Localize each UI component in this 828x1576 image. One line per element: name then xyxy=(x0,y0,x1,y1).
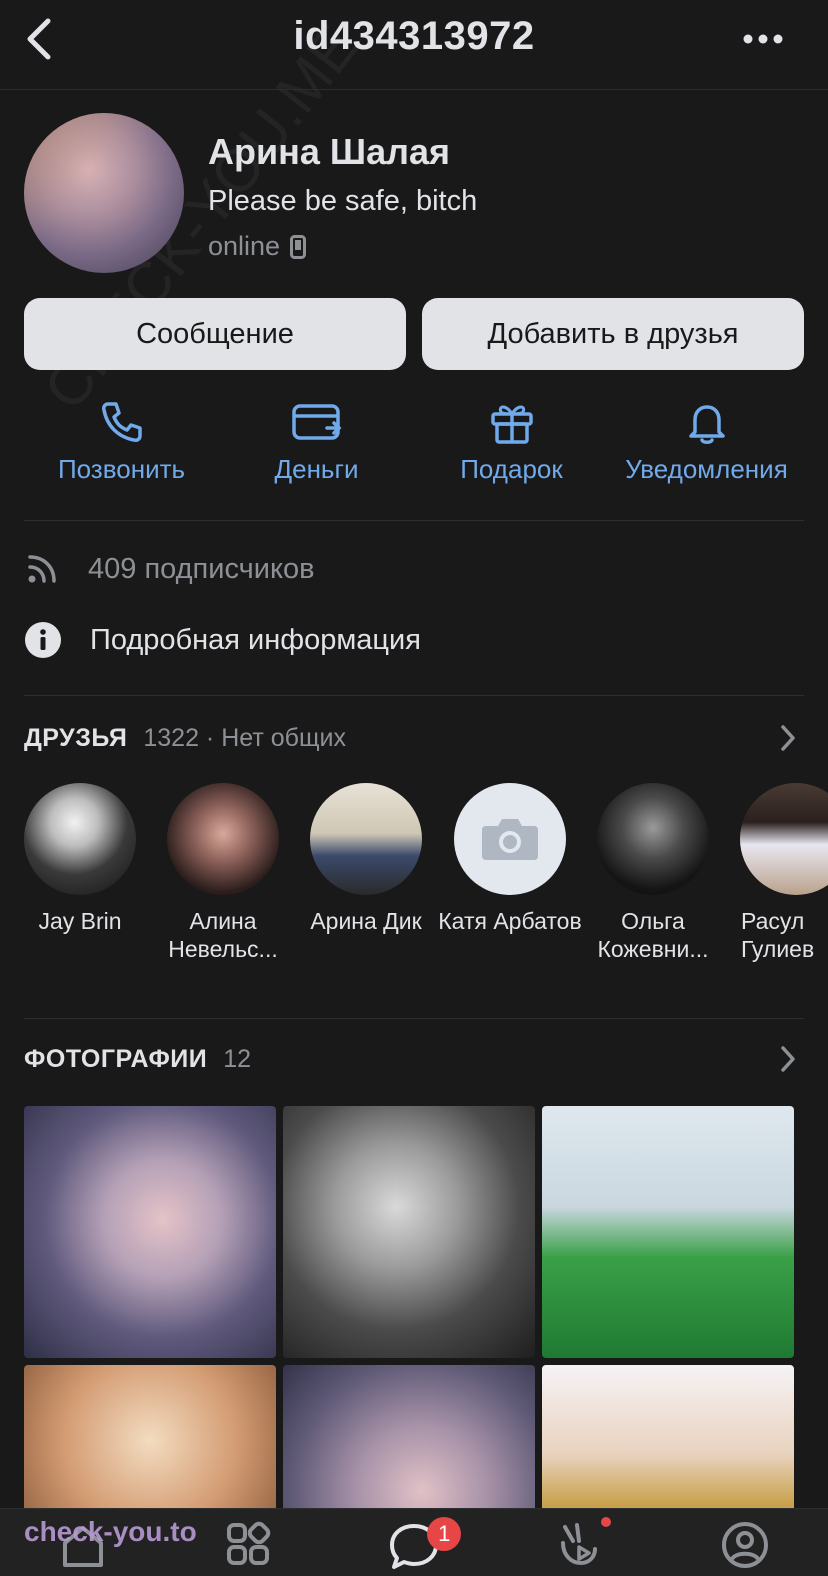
friend-avatar xyxy=(310,783,422,895)
photos-title: ФОТОГРАФИИ xyxy=(24,1044,208,1073)
divider xyxy=(24,520,804,521)
friend-name: Катя Арбатов xyxy=(438,908,582,934)
clips-notification-dot xyxy=(600,1517,611,1527)
friend-item[interactable]: Ольга Кожевни... xyxy=(597,783,709,963)
photo-thumbnail[interactable] xyxy=(542,1106,794,1358)
top-bar: id434313972 xyxy=(0,0,828,90)
tab-profile[interactable] xyxy=(662,1509,828,1576)
photo-thumbnail[interactable] xyxy=(283,1106,535,1358)
notifications-label: Уведомления xyxy=(625,454,788,484)
notifications-action[interactable]: Уведомления xyxy=(609,398,804,498)
friend-item[interactable]: Катя Арбатов xyxy=(438,783,582,935)
friend-avatar xyxy=(740,783,828,895)
friend-avatar xyxy=(454,783,566,895)
friend-item[interactable]: Арина Дик xyxy=(310,783,422,935)
friends-title: ДРУЗЬЯ xyxy=(24,723,128,752)
friend-avatar xyxy=(24,783,136,895)
divider xyxy=(24,1018,804,1019)
profile-icon xyxy=(722,1522,769,1568)
tab-messages[interactable]: 1 xyxy=(331,1509,497,1576)
details-label: Подробная информация xyxy=(90,623,421,656)
friend-item[interactable]: Расул Гулиев xyxy=(740,783,828,963)
photos-header[interactable]: ФОТОГРАФИИ 12 xyxy=(24,1039,804,1079)
friend-name: Расул Гулиев xyxy=(741,908,815,962)
camera-icon xyxy=(482,819,538,860)
followers-row[interactable]: 409 подписчиков xyxy=(24,541,804,597)
mobile-phone-icon xyxy=(290,234,307,259)
divider xyxy=(24,695,804,696)
friends-header[interactable]: ДРУЗЬЯ 1322 · Нет общих xyxy=(24,718,804,758)
messages-badge: 1 xyxy=(427,1517,462,1551)
photo-thumbnail[interactable] xyxy=(24,1106,276,1358)
gift-label: Подарок xyxy=(460,454,563,484)
profile-header: Арина Шалая Please be safe, bitch online xyxy=(24,113,804,278)
friends-count: 1322 · Нет общих xyxy=(143,723,346,752)
action-row: Позвонить Деньги Подарок Уведомления xyxy=(24,398,804,498)
friend-name: Алина Невельс... xyxy=(168,908,278,962)
friends-list: Jay Brin Алина Невельс... Арина Дик Катя… xyxy=(24,783,828,973)
profile-status: Please be safe, bitch xyxy=(208,185,478,217)
avatar[interactable] xyxy=(24,113,184,273)
add-friend-button[interactable]: Добавить в друзья xyxy=(422,298,804,370)
photos-count: 12 xyxy=(223,1044,252,1073)
profile-name: Арина Шалая xyxy=(208,131,450,172)
more-dots-icon xyxy=(743,34,783,44)
friend-avatar xyxy=(167,783,279,895)
clips-icon xyxy=(560,1523,597,1566)
money-action[interactable]: Деньги xyxy=(219,398,414,498)
friend-item[interactable]: Jay Brin xyxy=(24,783,136,935)
online-label: online xyxy=(208,231,281,261)
friend-name: Арина Дик xyxy=(310,908,422,934)
phone-icon xyxy=(101,402,142,442)
friend-avatar xyxy=(597,783,709,895)
bell-icon xyxy=(688,405,725,444)
call-label: Позвонить xyxy=(57,454,186,484)
rss-icon xyxy=(28,555,56,583)
chevron-right-icon xyxy=(781,725,795,751)
friend-item[interactable]: Алина Невельс... xyxy=(167,783,279,963)
tab-clips[interactable] xyxy=(497,1509,663,1576)
info-icon xyxy=(25,622,61,658)
primary-actions: Сообщение Добавить в друзья xyxy=(24,298,804,370)
money-card-icon xyxy=(291,404,341,440)
chevron-right-icon xyxy=(781,1046,795,1072)
watermark-bottom: check-you.to xyxy=(24,1516,197,1547)
call-action[interactable]: Позвонить xyxy=(24,398,219,498)
online-status: online xyxy=(208,231,307,262)
message-button[interactable]: Сообщение xyxy=(24,298,406,370)
gift-icon xyxy=(490,405,533,444)
money-label: Деньги xyxy=(274,454,359,484)
friend-name: Ольга Кожевни... xyxy=(597,908,709,962)
followers-count: 409 подписчиков xyxy=(88,552,315,585)
grid-icon xyxy=(227,1521,271,1565)
friend-name: Jay Brin xyxy=(38,908,122,934)
details-row[interactable]: Подробная информация xyxy=(24,612,804,668)
gift-action[interactable]: Подарок xyxy=(414,398,609,498)
more-button[interactable] xyxy=(738,24,788,54)
page-title: id434313972 xyxy=(293,14,535,58)
